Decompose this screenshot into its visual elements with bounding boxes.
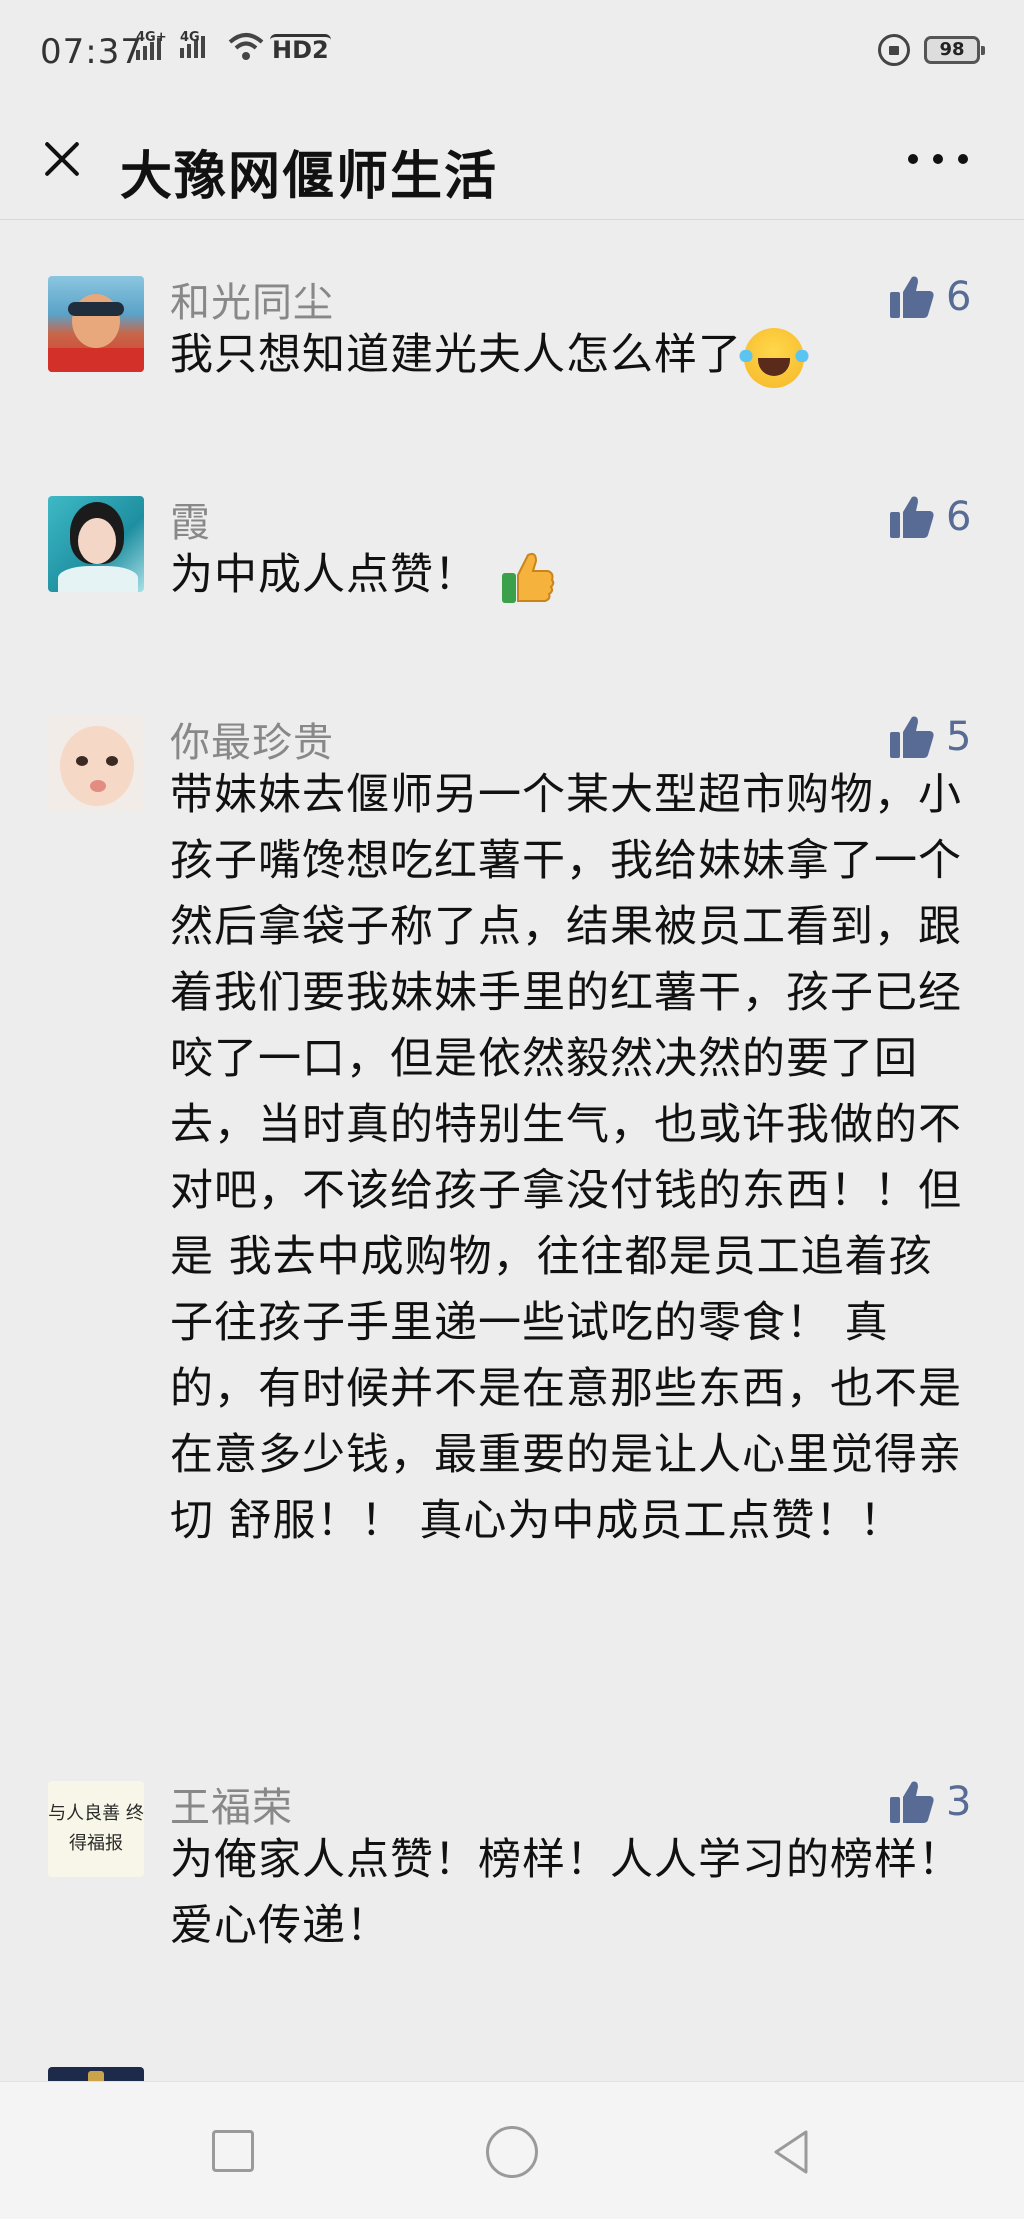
rotation-lock-icon xyxy=(878,34,910,66)
comment-username[interactable]: 你最珍贵 xyxy=(170,710,334,768)
avatar[interactable] xyxy=(48,276,144,372)
like-count: 6 xyxy=(946,494,972,540)
tears-of-joy-emoji-icon xyxy=(738,327,810,388)
thumb-up-icon xyxy=(890,276,934,318)
system-navigation-bar xyxy=(0,2081,1024,2219)
like-button[interactable]: 6 xyxy=(888,274,971,320)
like-button[interactable]: 6 xyxy=(888,494,971,540)
like-button[interactable]: 3 xyxy=(888,1779,971,1825)
recent-apps-button[interactable] xyxy=(212,2130,254,2172)
comment-text: 带妹妹去偃师另一个某大型超市购物，小孩子嘴馋想吃红薯干，我给妹妹拿了一个然后拿袋… xyxy=(170,770,962,1546)
comment-content: 为中成人点赞！ xyxy=(170,542,970,608)
thumb-up-icon xyxy=(890,1781,934,1823)
avatar[interactable] xyxy=(48,2067,144,2081)
avatar[interactable] xyxy=(48,496,144,592)
signal-1-label: 4G+ xyxy=(136,30,167,45)
hd-voice-icon: HD2 xyxy=(270,34,331,64)
comment-username[interactable]: 霞 xyxy=(170,490,211,548)
avatar[interactable]: 与人良善 终得福报 xyxy=(48,1781,144,1877)
back-button[interactable] xyxy=(766,2126,818,2178)
close-icon[interactable] xyxy=(36,134,86,184)
signal-2-label: 4G xyxy=(180,30,200,45)
comment-text: 我只想知道建光夫人怎么样了 xyxy=(170,330,742,380)
thumb-up-icon xyxy=(890,716,934,758)
thumb-up-icon xyxy=(890,496,934,538)
comment-username[interactable]: 王福荣 xyxy=(170,1775,293,1833)
signal-icon-sim2: 4G xyxy=(180,30,205,58)
comment-text: 为俺家人点赞！榜样！人人学习的榜样！爱心传递！ xyxy=(170,1835,962,1951)
avatar[interactable] xyxy=(48,716,144,812)
comment-list: 和光同尘 6 我只想知道建光夫人怎么样了 霞 6 为中成人点赞！ 你最珍贵 5 … xyxy=(0,221,1024,2081)
page-title: 大豫网偃师生活 xyxy=(120,147,499,207)
comment-text: 为中成人点赞！ xyxy=(170,550,478,600)
signal-icon-sim1: 4G+ xyxy=(136,30,167,60)
like-count: 6 xyxy=(946,274,972,320)
like-count: 5 xyxy=(946,714,972,760)
status-time: 07:37 xyxy=(40,32,143,72)
status-bar: 07:37 4G+ 4G HD2 98 xyxy=(0,0,1024,110)
wifi-icon xyxy=(228,33,264,60)
thumbs-up-emoji-icon xyxy=(502,552,555,603)
comment-content: 我只想知道建光夫人怎么样了 xyxy=(170,322,970,388)
like-button[interactable]: 5 xyxy=(888,714,971,760)
comment-username[interactable]: 和光同尘 xyxy=(170,270,334,328)
battery-icon: 98 xyxy=(924,36,985,64)
more-icon[interactable] xyxy=(908,144,968,174)
home-button[interactable] xyxy=(486,2126,538,2178)
like-count: 3 xyxy=(946,1779,972,1825)
navigation-bar: 大豫网偃师生活 xyxy=(0,110,1024,220)
